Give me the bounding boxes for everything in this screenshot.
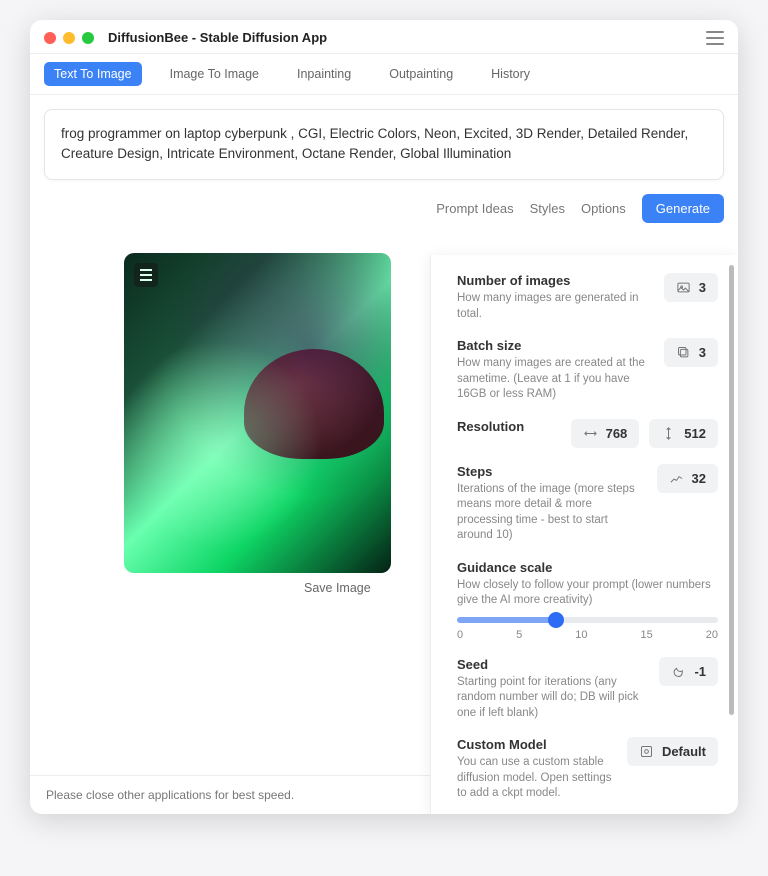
tick-15: 15 bbox=[641, 629, 653, 641]
minimize-window-button[interactable] bbox=[63, 32, 75, 44]
steps-icon bbox=[669, 471, 684, 486]
resolution-height-value: 512 bbox=[684, 426, 706, 441]
app-title: DiffusionBee - Stable Diffusion App bbox=[108, 30, 327, 45]
resolution-width-stepper[interactable]: 768 bbox=[571, 419, 640, 448]
options-panel: Number of images How many images are gen… bbox=[430, 255, 738, 814]
tab-image-to-image[interactable]: Image To Image bbox=[160, 62, 269, 86]
generated-image[interactable] bbox=[124, 253, 391, 573]
image-menu-icon[interactable] bbox=[134, 263, 158, 287]
resolution-width-value: 768 bbox=[606, 426, 628, 441]
width-icon bbox=[583, 426, 598, 441]
maximize-window-button[interactable] bbox=[82, 32, 94, 44]
styles-link[interactable]: Styles bbox=[530, 201, 565, 216]
custom-model-value: Default bbox=[662, 744, 706, 759]
tick-20: 20 bbox=[706, 629, 718, 641]
custom-model-title: Custom Model bbox=[457, 737, 617, 752]
tab-history[interactable]: History bbox=[481, 62, 540, 86]
seed-icon bbox=[671, 664, 686, 679]
steps-stepper[interactable]: 32 bbox=[657, 464, 718, 493]
guidance-title: Guidance scale bbox=[457, 560, 718, 575]
resolution-title: Resolution bbox=[457, 419, 561, 434]
seed-title: Seed bbox=[457, 657, 649, 672]
seed-desc: Starting point for iterations (any rando… bbox=[457, 675, 649, 722]
image-icon bbox=[676, 280, 691, 295]
stack-icon bbox=[676, 345, 691, 360]
steps-value: 32 bbox=[692, 471, 706, 486]
tick-5: 5 bbox=[516, 629, 522, 641]
prompt-ideas-link[interactable]: Prompt Ideas bbox=[436, 201, 513, 216]
batch-size-stepper[interactable]: 3 bbox=[664, 338, 718, 367]
model-icon bbox=[639, 744, 654, 759]
guidance-slider[interactable] bbox=[457, 617, 718, 623]
resolution-height-stepper[interactable]: 512 bbox=[649, 419, 718, 448]
height-icon bbox=[661, 426, 676, 441]
tab-text-to-image[interactable]: Text To Image bbox=[44, 62, 142, 86]
tick-0: 0 bbox=[457, 629, 463, 641]
tab-outpainting[interactable]: Outpainting bbox=[379, 62, 463, 86]
footer-hint: Please close other applications for best… bbox=[46, 788, 294, 802]
custom-model-desc: You can use a custom stable diffusion mo… bbox=[457, 755, 617, 802]
batch-size-title: Batch size bbox=[457, 338, 654, 353]
window-controls bbox=[44, 32, 94, 44]
guidance-slider-thumb[interactable] bbox=[548, 612, 564, 628]
tab-inpainting[interactable]: Inpainting bbox=[287, 62, 361, 86]
save-image-link[interactable]: Save Image bbox=[304, 581, 371, 595]
app-window: DiffusionBee - Stable Diffusion App Text… bbox=[30, 20, 738, 814]
seed-input[interactable]: -1 bbox=[659, 657, 718, 686]
app-menu-icon[interactable] bbox=[706, 31, 724, 45]
main-tabs: Text To Image Image To Image Inpainting … bbox=[30, 54, 738, 95]
num-images-desc: How many images are generated in total. bbox=[457, 291, 654, 322]
options-scrollbar[interactable] bbox=[729, 265, 734, 715]
num-images-title: Number of images bbox=[457, 273, 654, 288]
steps-desc: Iterations of the image (more steps mean… bbox=[457, 482, 647, 544]
steps-title: Steps bbox=[457, 464, 647, 479]
custom-model-select[interactable]: Default bbox=[627, 737, 718, 766]
guidance-ticks: 0 5 10 15 20 bbox=[457, 629, 718, 641]
generate-button[interactable]: Generate bbox=[642, 194, 724, 223]
options-link[interactable]: Options bbox=[581, 201, 626, 216]
close-window-button[interactable] bbox=[44, 32, 56, 44]
num-images-value: 3 bbox=[699, 280, 706, 295]
tick-10: 10 bbox=[575, 629, 587, 641]
batch-size-desc: How many images are created at the samet… bbox=[457, 356, 654, 403]
actions-row: Prompt Ideas Styles Options Generate bbox=[44, 194, 724, 223]
guidance-desc: How closely to follow your prompt (lower… bbox=[457, 578, 718, 609]
titlebar: DiffusionBee - Stable Diffusion App bbox=[30, 20, 738, 54]
prompt-input[interactable]: frog programmer on laptop cyberpunk , CG… bbox=[44, 109, 724, 180]
content-area: frog programmer on laptop cyberpunk , CG… bbox=[30, 95, 738, 775]
batch-size-value: 3 bbox=[699, 345, 706, 360]
num-images-stepper[interactable]: 3 bbox=[664, 273, 718, 302]
seed-value: -1 bbox=[694, 664, 706, 679]
